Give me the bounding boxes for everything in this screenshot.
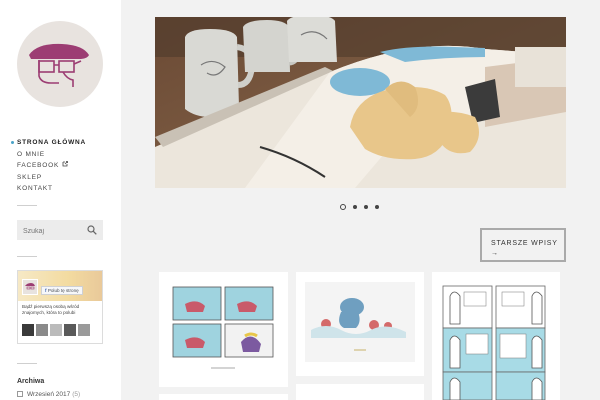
site-logo[interactable]: [17, 21, 103, 107]
friend-avatar: [78, 324, 90, 336]
post-card[interactable]: [159, 394, 288, 400]
facebook-icon: f: [45, 288, 47, 293]
friend-avatar: [22, 324, 34, 336]
nav-item-facebook[interactable]: FACEBOOK: [17, 160, 86, 172]
friend-avatar: [64, 324, 76, 336]
slider-pagination: [340, 196, 386, 214]
older-posts-button[interactable]: STARSZE WPISY →: [480, 228, 566, 262]
archive-heading: Archiwa: [17, 378, 45, 385]
facebook-page-widget: f Polub tę stronę Bądź pierwszą osobą wś…: [17, 270, 103, 344]
post-card[interactable]: [296, 384, 424, 400]
post-thumbnail: [442, 285, 546, 400]
post-card[interactable]: [159, 272, 288, 387]
post-card[interactable]: [296, 272, 424, 376]
slider-dot[interactable]: [364, 205, 368, 209]
sidebar: STRONA GŁÓWNA O MNIE FACEBOOK SKLEP KONT…: [0, 0, 121, 400]
external-link-icon: [62, 161, 68, 167]
nav-item-shop[interactable]: SKLEP: [17, 172, 86, 184]
search-box: [17, 220, 103, 242]
facebook-widget-text: Bądź pierwszą osobą wśród znajomych, któ…: [22, 304, 80, 315]
post-thumbnail: [172, 286, 274, 369]
main-nav: STRONA GŁÓWNA O MNIE FACEBOOK SKLEP KONT…: [17, 137, 86, 195]
nav-item-about[interactable]: O MNIE: [17, 149, 86, 161]
nav-item-home[interactable]: STRONA GŁÓWNA: [17, 137, 86, 149]
archive-item-count: (5): [72, 391, 81, 398]
calendar-icon: [17, 391, 23, 397]
archive-item-label: Wrzesień 2017: [27, 391, 71, 398]
arrow-right-icon: →: [491, 249, 499, 257]
friend-avatar: [50, 324, 62, 336]
post-card[interactable]: [432, 272, 560, 400]
post-thumbnail: [305, 282, 415, 362]
slider-dot[interactable]: [353, 205, 357, 209]
slide-photo: [155, 17, 566, 188]
slider-dot[interactable]: [375, 205, 379, 209]
featured-slider[interactable]: [155, 17, 566, 188]
older-posts-label: STARSZE WPISY: [491, 239, 558, 247]
divider: [17, 256, 37, 257]
nav-item-contact[interactable]: KONTAKT: [17, 183, 86, 195]
facebook-cover-image: f Polub tę stronę: [18, 271, 102, 301]
facebook-like-button[interactable]: f Polub tę stronę: [41, 286, 83, 295]
search-input[interactable]: [17, 221, 87, 242]
facebook-like-label: Polub tę stronę: [47, 288, 79, 293]
divider: [17, 363, 37, 364]
search-icon[interactable]: [87, 225, 97, 235]
friend-avatar: [36, 324, 48, 336]
slider-dot[interactable]: [340, 204, 346, 210]
facebook-friend-faces: [22, 323, 92, 341]
nav-item-facebook-label: FACEBOOK: [17, 162, 60, 169]
archive-item[interactable]: Wrzesień 2017 (5): [17, 391, 80, 398]
facebook-page-avatar: [22, 279, 38, 295]
divider: [17, 205, 37, 206]
